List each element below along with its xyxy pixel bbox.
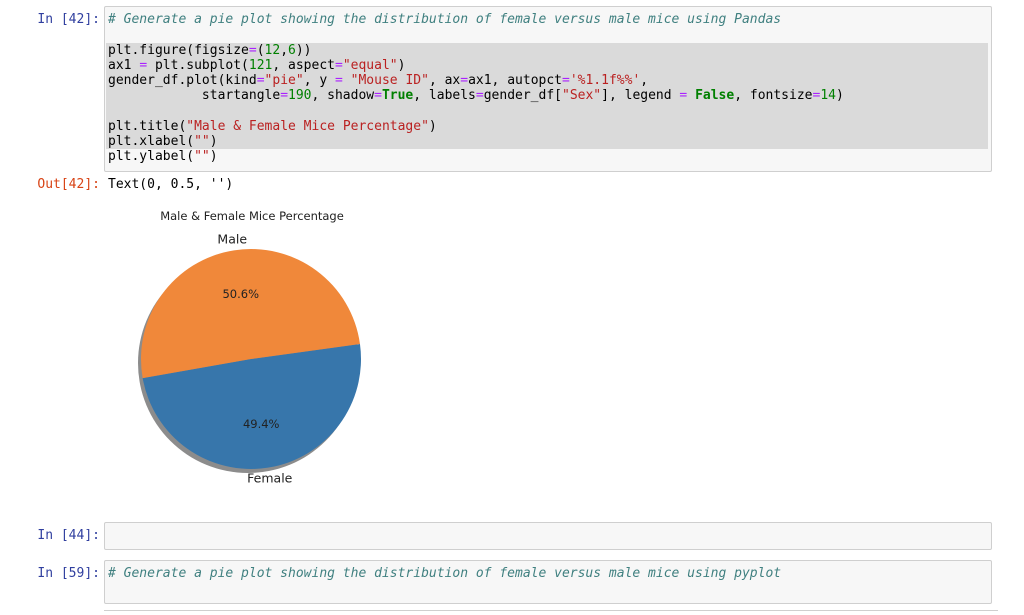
input-prompt-42: In [42]: xyxy=(37,12,100,27)
pie-pct-label-female: 49.4% xyxy=(243,417,280,431)
code-comment: # Generate a pie plot showing the distri… xyxy=(108,566,782,581)
code-line-5: plt.title("Male & Female Mice Percentage… xyxy=(108,119,437,134)
pie-chart: Male & Female Mice Percentage 49.4% Femal… xyxy=(138,209,361,486)
code-line-6: plt.xlabel("") xyxy=(108,134,218,149)
next-output-edge xyxy=(104,610,998,611)
code-comment: # Generate a pie plot showing the distri… xyxy=(108,12,782,27)
input-prompt-59: In [59]: xyxy=(37,566,100,581)
code-line-7: plt.ylabel("") xyxy=(108,149,218,164)
code-cell-44[interactable] xyxy=(104,522,992,550)
code-line-4: startangle=190, shadow=True, labels=gend… xyxy=(108,88,844,103)
code-line-2: ax1 = plt.subplot(121, aspect="equal") xyxy=(108,58,406,73)
output-prompt-42: Out[42]: xyxy=(37,177,100,192)
pie-label-male: Male xyxy=(217,231,247,246)
pie-label-female: Female xyxy=(247,471,293,486)
code-line-3: gender_df.plot(kind="pie", y = "Mouse ID… xyxy=(108,73,649,88)
chart-title: Male & Female Mice Percentage xyxy=(160,209,344,223)
code-line-1: plt.figure(figsize=(12,6)) xyxy=(108,43,312,58)
input-prompt-44: In [44]: xyxy=(37,528,100,543)
pie-pct-label-male: 50.6% xyxy=(222,287,259,301)
output-text: Text(0, 0.5, '') xyxy=(108,177,234,192)
